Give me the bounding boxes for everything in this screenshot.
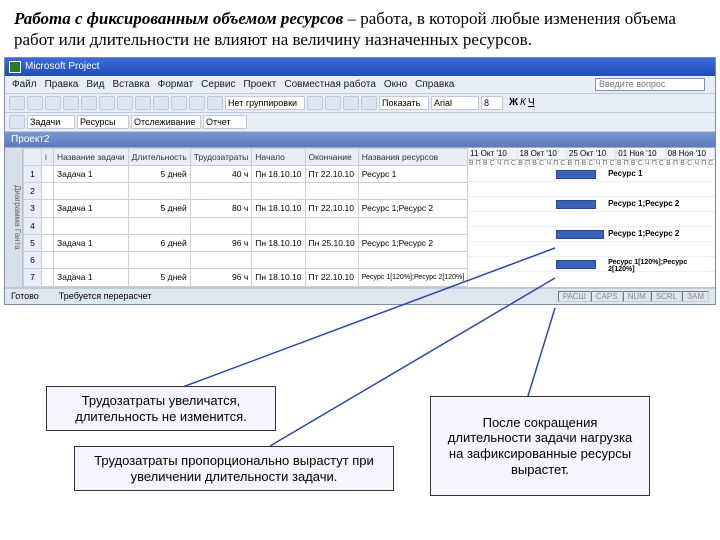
status-ovr: ЗАМ	[682, 291, 709, 302]
callout-2: Трудозатраты пропорционально вырастут пр…	[74, 446, 394, 491]
status-recalc: Требуется перерасчет	[59, 291, 152, 302]
bold-button[interactable]: Ж	[509, 97, 518, 108]
menu-view[interactable]: Вид	[83, 78, 107, 91]
col-work[interactable]: Трудозатраты	[190, 148, 252, 165]
grid-area: Диаграмма Ганта i Название задачи Длител…	[5, 148, 715, 288]
link-icon[interactable]	[189, 96, 205, 110]
italic-button[interactable]: К	[520, 97, 526, 108]
explanation-text: Работа с фиксированным объемом ресурсов …	[0, 0, 720, 57]
table-row: 3Задача 15 дней80 чПн 18.10.10Пт 22.10.1…	[24, 200, 468, 217]
project-title-bar: Проект2	[5, 132, 715, 148]
indent-icon[interactable]	[361, 96, 377, 110]
gantt-bar[interactable]	[556, 230, 604, 239]
gantt-days-row: ВПВСЧПС ВПВСЧПС ВПВСЧПС ВПВСЧПС ВПВСЧПС	[468, 160, 715, 167]
new-icon[interactable]	[9, 96, 25, 110]
menu-edit[interactable]: Правка	[42, 78, 82, 91]
header-row: i Название задачи Длительность Трудозатр…	[24, 148, 468, 165]
gantt-bar[interactable]	[556, 170, 596, 179]
msproject-icon	[9, 61, 21, 73]
preview-icon[interactable]	[81, 96, 97, 110]
menu-collab[interactable]: Совместная работа	[281, 78, 379, 91]
menu-format[interactable]: Формат	[155, 78, 197, 91]
zoom-out-icon[interactable]	[325, 96, 341, 110]
gantt-rows: Ресурс 1 Ресурс 1;Ресурс 2 Ресурс 1;Ресу…	[468, 167, 715, 272]
font-select[interactable]: Arial	[431, 96, 479, 110]
sidebar-gantt-label: Диаграмма Ганта	[5, 148, 23, 287]
show-select[interactable]: Показать	[379, 96, 429, 110]
paste-icon[interactable]	[135, 96, 151, 110]
gantt-bar-label: Ресурс 1[120%];Ресурс 2[120%]	[608, 259, 715, 273]
tracking-button[interactable]: Отслеживание	[131, 115, 201, 129]
menubar: Файл Правка Вид Вставка Формат Сервис Пр…	[5, 76, 715, 94]
col-finish[interactable]: Окончание	[305, 148, 358, 165]
menu-help[interactable]: Справка	[412, 78, 457, 91]
gantt-bar[interactable]	[556, 260, 596, 269]
menu-tools[interactable]: Сервис	[198, 78, 238, 91]
gantt-bar[interactable]	[556, 200, 596, 209]
arrow-icon[interactable]	[9, 115, 25, 129]
task-table[interactable]: i Название задачи Длительность Трудозатр…	[23, 148, 468, 287]
status-ext: РАСШ	[558, 291, 591, 302]
callout-3: После сокращения длительности задачи наг…	[430, 396, 650, 496]
msproject-window: Microsoft Project Файл Правка Вид Вставк…	[4, 57, 716, 305]
status-num: NUM	[623, 291, 651, 302]
menu-window[interactable]: Окно	[381, 78, 410, 91]
save-icon[interactable]	[45, 96, 61, 110]
zoom-in-icon[interactable]	[307, 96, 323, 110]
status-bar: Готово Требуется перерасчет РАСШ CAPS NU…	[5, 288, 715, 304]
status-scrl: SCRL	[651, 291, 682, 302]
table-row: 1Задача 15 дней40 чПн 18.10.10Пт 22.10.1…	[24, 165, 468, 182]
underline-button[interactable]: Ч	[528, 97, 535, 108]
redo-icon[interactable]	[171, 96, 187, 110]
menu-project[interactable]: Проект	[240, 78, 279, 91]
gantt-chart[interactable]: 11 Окт '10 18 Окт '10 25 Окт '10 01 Ноя …	[468, 148, 715, 287]
table-row: 7Задача 15 дней96 чПн 18.10.10Пт 22.10.1…	[24, 269, 468, 286]
col-resources[interactable]: Названия ресурсов	[358, 148, 467, 165]
gantt-bar-label: Ресурс 1;Ресурс 2	[608, 199, 679, 208]
app-title: Microsoft Project	[25, 61, 99, 72]
view-toolbar: Задачи Ресурсы Отслеживание Отчет	[5, 113, 715, 132]
status-caps: CAPS	[591, 291, 623, 302]
menu-insert[interactable]: Вставка	[109, 78, 152, 91]
fontsize-select[interactable]: 8	[481, 96, 503, 110]
menu-file[interactable]: Файл	[9, 78, 40, 91]
table-row: 5Задача 16 дней96 чПн 18.10.10Пн 25.10.1…	[24, 234, 468, 251]
open-icon[interactable]	[27, 96, 43, 110]
status-ready: Готово	[11, 291, 39, 302]
gantt-bar-label: Ресурс 1	[608, 169, 642, 178]
table-row: 4	[24, 217, 468, 234]
unlink-icon[interactable]	[207, 96, 223, 110]
col-start[interactable]: Начало	[252, 148, 305, 165]
cut-icon[interactable]	[99, 96, 115, 110]
standard-toolbar: Нет группировки Показать Arial 8 Ж К Ч	[5, 94, 715, 113]
outdent-icon[interactable]	[343, 96, 359, 110]
copy-icon[interactable]	[117, 96, 133, 110]
help-question-input[interactable]	[595, 78, 705, 91]
report-button[interactable]: Отчет	[203, 115, 247, 129]
resources-button[interactable]: Ресурсы	[77, 115, 129, 129]
table-row: 6	[24, 252, 468, 269]
col-info[interactable]: i	[42, 148, 54, 165]
col-name[interactable]: Название задачи	[54, 148, 129, 165]
table-row: 2	[24, 183, 468, 200]
callout-1: Трудозатраты увеличатся, длительность не…	[46, 386, 276, 431]
gantt-bar-label: Ресурс 1;Ресурс 2	[608, 229, 679, 238]
titlebar: Microsoft Project	[5, 58, 715, 76]
gantt-timeline-header: 11 Окт '10 18 Окт '10 25 Окт '10 01 Ноя …	[468, 148, 715, 160]
project-title: Проект2	[11, 134, 50, 145]
undo-icon[interactable]	[153, 96, 169, 110]
print-icon[interactable]	[63, 96, 79, 110]
col-duration[interactable]: Длительность	[128, 148, 190, 165]
grouping-select[interactable]: Нет группировки	[225, 96, 305, 110]
tasks-button[interactable]: Задачи	[27, 115, 75, 129]
